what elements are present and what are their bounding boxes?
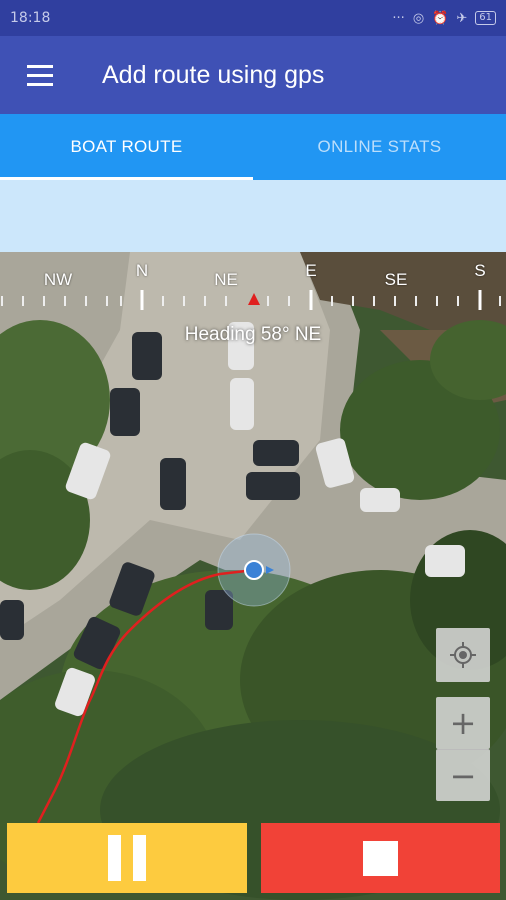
status-time: 18:18 xyxy=(10,10,51,26)
status-icons: ··· ◎ ⏰ ✈ 61 xyxy=(392,11,496,26)
menu-icon[interactable] xyxy=(0,36,80,114)
zoom-out-button[interactable]: − xyxy=(436,749,490,801)
map-imagery xyxy=(0,252,506,900)
battery-icon: 61 xyxy=(475,11,496,25)
info-strip xyxy=(0,180,506,252)
my-location-icon xyxy=(450,642,476,668)
current-location-dot xyxy=(244,560,264,580)
zoom-in-button[interactable]: + xyxy=(436,697,490,749)
page-title: Add route using gps xyxy=(102,60,325,89)
heading-readout: Heading 58° NE xyxy=(184,324,322,345)
compass-label-e: E xyxy=(305,261,317,280)
hotspot-icon: ◎ xyxy=(412,10,425,26)
more-dots-icon: ··· xyxy=(392,10,405,26)
stop-button[interactable] xyxy=(261,823,500,893)
alarm-icon: ⏰ xyxy=(432,10,449,26)
compass-label-ne: NE xyxy=(214,270,238,289)
app-bar: Add route using gps xyxy=(0,36,506,114)
compass-label-s: S xyxy=(474,261,486,280)
pause-button[interactable] xyxy=(7,823,247,893)
airplane-icon: ✈ xyxy=(456,10,468,26)
pause-icon xyxy=(108,835,121,881)
stop-icon xyxy=(363,840,398,876)
tab-boat-route[interactable]: BOAT ROUTE xyxy=(0,114,253,180)
compass-label-nw: NW xyxy=(43,270,73,289)
status-bar: 18:18 ··· ◎ ⏰ ✈ 61 xyxy=(0,0,506,36)
tab-online-stats[interactable]: ONLINE STATS xyxy=(253,114,506,180)
tab-bar: BOAT ROUTE ONLINE STATS xyxy=(0,114,506,180)
my-location-button[interactable] xyxy=(436,628,490,682)
compass-label-se: SE xyxy=(384,270,408,289)
compass-label-n: N xyxy=(135,261,149,280)
satellite-map[interactable] xyxy=(0,252,506,900)
compass-scale: NW N NE E SE S xyxy=(0,258,506,289)
